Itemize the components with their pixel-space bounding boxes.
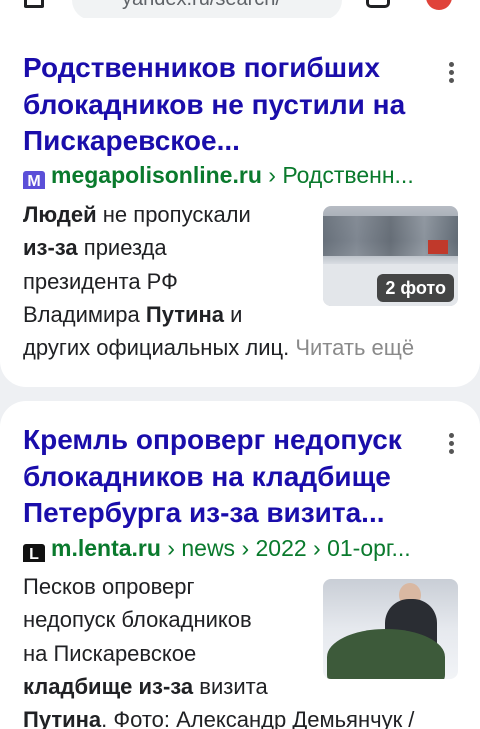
result-title-link[interactable]: Кремль опроверг недопуск блокадников на …	[23, 422, 423, 532]
home-icon[interactable]	[24, 0, 44, 8]
read-more-link[interactable]: Читать ещё	[295, 335, 414, 360]
title-text: блокадников	[23, 88, 212, 120]
title-text: Кремль опроверг недопуск	[23, 424, 402, 455]
more-options-icon[interactable]	[449, 62, 455, 86]
snippet-highlight: Путина	[145, 301, 225, 327]
title-text: Петербурга	[23, 497, 189, 528]
title-text: Пискаревское...	[23, 125, 240, 156]
snippet-text: недопуск блокадников	[23, 607, 252, 633]
search-result-card: Кремль опроверг недопуск блокадников на …	[0, 401, 480, 729]
result-source[interactable]: Lm.lenta.ru › news › 2022 › 01-орг...	[23, 534, 463, 562]
profile-avatar[interactable]	[426, 0, 452, 10]
photo-count-badge: 2 фото	[377, 274, 454, 302]
snippet-text: . Фото: Александр Демьянчук /	[101, 707, 415, 729]
result-title-link[interactable]: Родственников погибших блокадников не пу…	[23, 50, 423, 160]
title-text: блокадников	[23, 460, 212, 492]
source-domain[interactable]: megapolisonline.ru	[51, 162, 262, 188]
tabs-icon[interactable]	[366, 0, 390, 8]
title-text: визита...	[258, 497, 385, 528]
snippet-text: и	[224, 301, 243, 327]
title-highlight: не пустили	[211, 88, 365, 120]
search-result-card: Родственников погибших блокадников не пу…	[0, 18, 480, 387]
snippet-highlight: кладбище из-за	[23, 673, 194, 699]
title-highlight: на кладбище	[211, 460, 391, 492]
more-options-icon[interactable]	[449, 433, 455, 457]
title-text: Родственников погибших	[23, 52, 380, 83]
title-highlight: из-за	[188, 497, 259, 528]
snippet-highlight: Людей	[23, 202, 97, 227]
snippet-text: не пропускали	[96, 202, 251, 227]
result-thumbnail[interactable]	[323, 579, 458, 679]
snippet-highlight: из-за	[23, 235, 78, 261]
result-thumbnail[interactable]: 2 фото	[323, 206, 458, 306]
address-bar[interactable]: yandex.ru/search/	[72, 0, 342, 20]
snippet-text: Владимира	[23, 301, 146, 327]
source-path: › Родственн...	[261, 162, 414, 188]
source-domain[interactable]: m.lenta.ru	[51, 535, 161, 561]
snippet-text: президента РФ	[23, 268, 178, 294]
title-text: на	[364, 88, 406, 120]
megapolis-favicon-icon: M	[23, 171, 45, 189]
snippet-text: приезда	[77, 235, 167, 261]
lenta-favicon-icon: L	[23, 544, 45, 562]
source-path: › news › 2022 › 01-орг...	[160, 535, 411, 561]
snippet-text: на Пискаревское	[23, 640, 197, 666]
snippet-text: других официальных лиц.	[23, 335, 296, 361]
snippet-text: Песков опроверг	[23, 574, 195, 599]
snippet-highlight: Путина	[23, 707, 102, 729]
snippet-text: визита	[193, 673, 268, 699]
result-source[interactable]: Mmegapolisonline.ru › Родственн...	[23, 161, 463, 189]
address-text: yandex.ru/search/	[122, 0, 281, 10]
